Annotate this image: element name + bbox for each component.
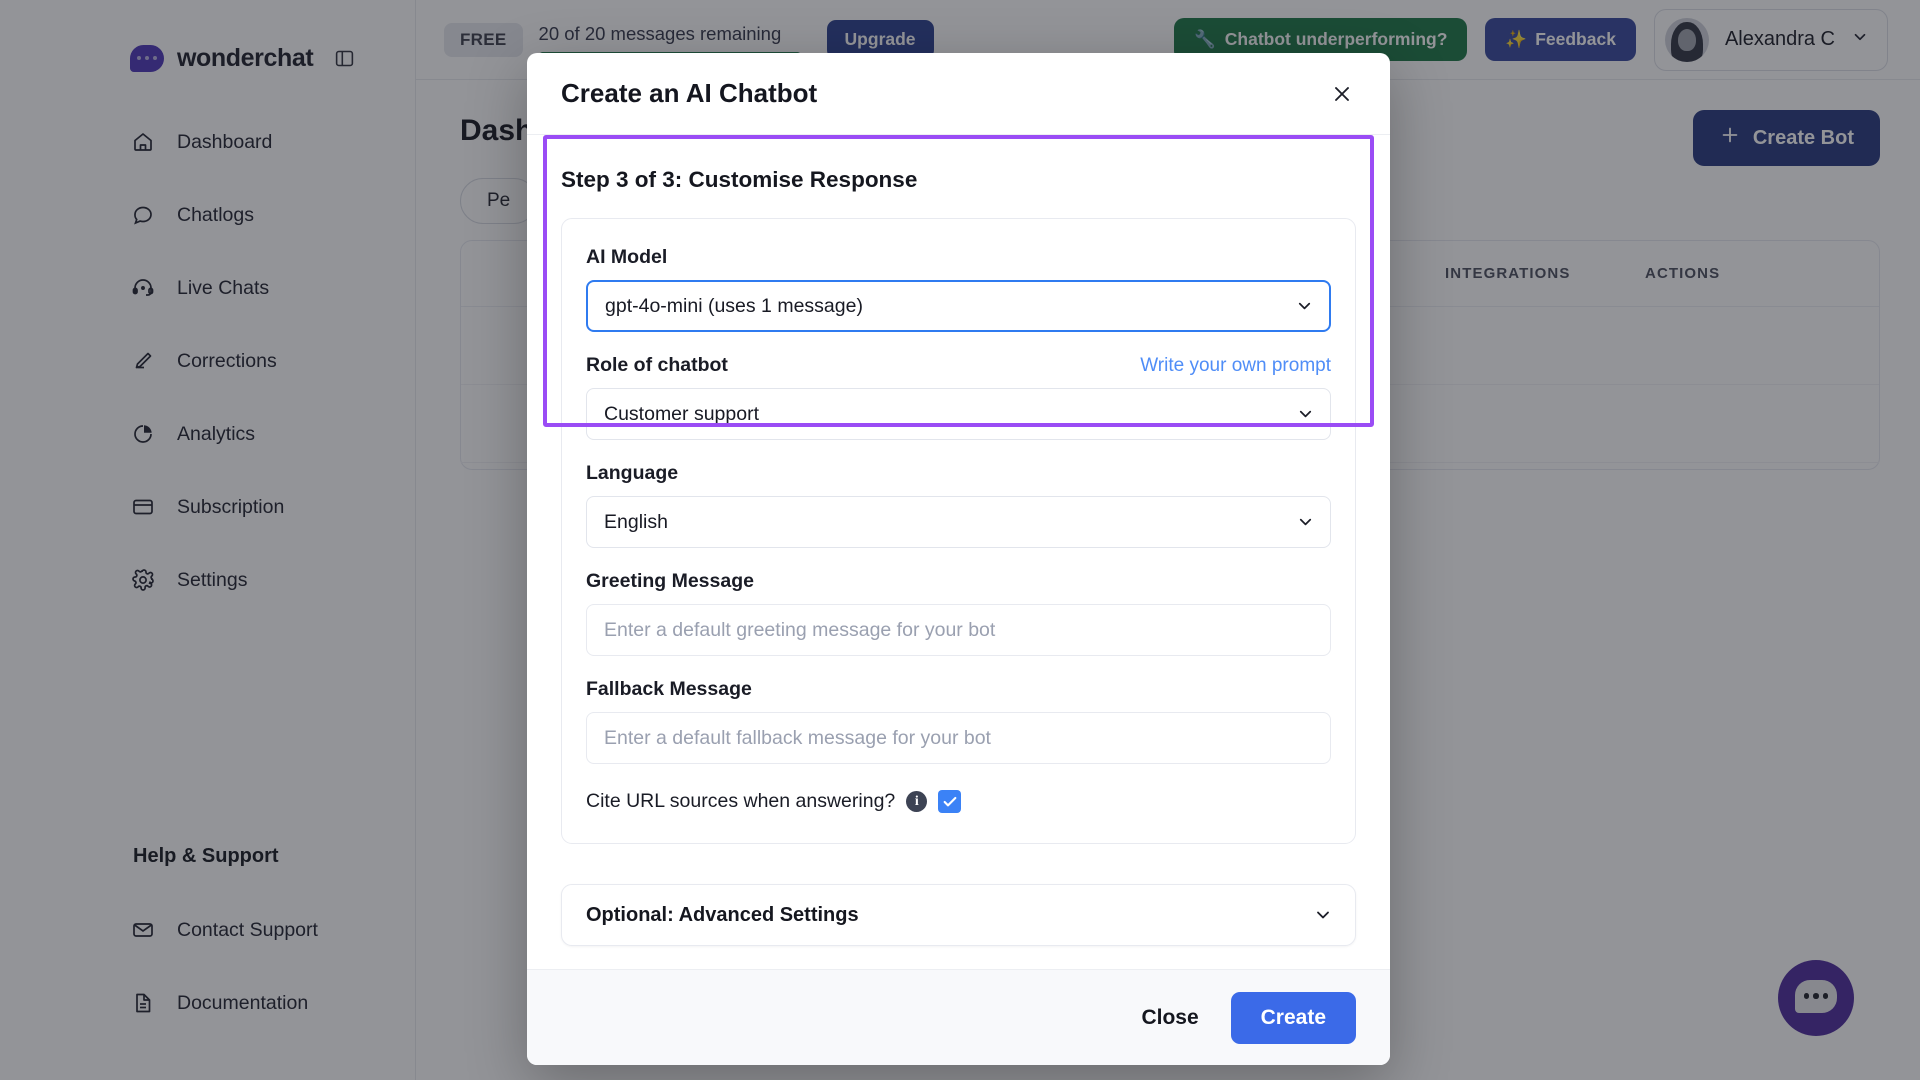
customise-response-form: AI Model gpt-4o-mini (uses 1 message) Ro… [561,218,1356,844]
fallback-field: Fallback Message Enter a default fallbac… [586,678,1331,764]
cite-sources-label: Cite URL sources when answering? [586,790,896,812]
fallback-input[interactable]: Enter a default fallback message for you… [586,712,1331,764]
close-icon[interactable] [1324,76,1360,112]
language-select[interactable]: English [586,496,1331,548]
role-label: Role of chatbot [586,354,728,376]
screen: wonderchat Dashboard Chatlogs Live Chats… [0,0,1920,1080]
close-button[interactable]: Close [1135,996,1204,1040]
chevron-down-icon [1296,405,1315,424]
role-value: Customer support [604,402,759,425]
chevron-down-icon [1296,513,1315,532]
language-value: English [604,510,668,533]
ai-model-field: AI Model gpt-4o-mini (uses 1 message) [586,246,1331,332]
advanced-settings-accordion[interactable]: Optional: Advanced Settings [561,884,1356,946]
role-field: Role of chatbot Write your own prompt Cu… [586,354,1331,440]
fallback-label: Fallback Message [586,678,752,700]
write-own-prompt-link[interactable]: Write your own prompt [1140,355,1331,377]
create-chatbot-modal: Create an AI Chatbot Step 3 of 3: Custom… [527,53,1390,1065]
create-button[interactable]: Create [1230,991,1356,1044]
cite-sources-checkbox[interactable] [938,790,962,813]
role-select[interactable]: Customer support [586,388,1331,440]
greeting-field: Greeting Message Enter a default greetin… [586,570,1331,656]
modal-footer: Close Create [527,969,1390,1065]
modal-header: Create an AI Chatbot [527,53,1390,135]
language-label: Language [586,462,679,484]
cite-sources-row: Cite URL sources when answering? i [586,790,1331,813]
ai-model-select[interactable]: gpt-4o-mini (uses 1 message) [586,280,1331,332]
step-title: Step 3 of 3: Customise Response [561,167,918,192]
ai-model-label: AI Model [586,246,668,268]
ai-model-value: gpt-4o-mini (uses 1 message) [605,294,863,317]
language-field: Language English [586,462,1331,548]
info-icon[interactable]: i [906,791,928,812]
chevron-down-icon [1313,905,1333,925]
advanced-settings-label: Optional: Advanced Settings [586,903,859,926]
modal-body: Step 3 of 3: Customise Response AI Model… [527,135,1390,969]
modal-title: Create an AI Chatbot [561,78,818,108]
chevron-down-icon [1295,297,1314,316]
greeting-label: Greeting Message [586,570,754,592]
greeting-input[interactable]: Enter a default greeting message for you… [586,604,1331,656]
